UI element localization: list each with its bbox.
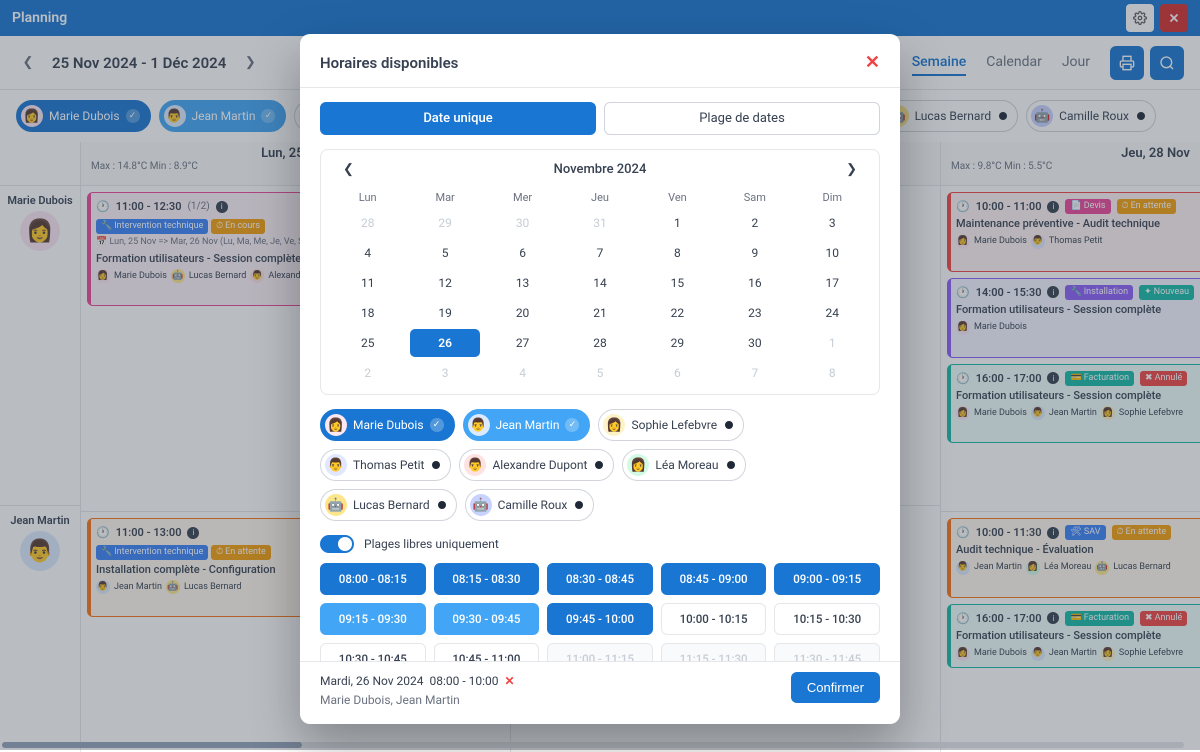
segment-date-single[interactable]: Date unique	[320, 102, 596, 135]
cal-day[interactable]: 28	[333, 209, 402, 237]
modal-chip[interactable]: 👨Alexandre Dupont	[459, 449, 614, 481]
cal-day[interactable]: 31	[565, 209, 634, 237]
time-slot[interactable]: 08:45 - 09:00	[661, 563, 767, 595]
cal-dow: Sam	[716, 187, 793, 208]
cal-day[interactable]: 14	[565, 269, 634, 297]
cal-day[interactable]: 24	[798, 299, 867, 327]
modal-chip[interactable]: 🤖Lucas Bernard	[320, 489, 457, 521]
cal-day[interactable]: 1	[643, 209, 712, 237]
cal-day[interactable]: 9	[720, 239, 789, 267]
cal-day[interactable]: 28	[565, 329, 634, 357]
cal-day[interactable]: 27	[488, 329, 557, 357]
cal-day[interactable]: 15	[643, 269, 712, 297]
time-slot[interactable]: 08:30 - 08:45	[547, 563, 653, 595]
cal-day[interactable]: 3	[798, 209, 867, 237]
cal-day[interactable]: 5	[410, 239, 479, 267]
time-slot[interactable]: 09:15 - 09:30	[320, 603, 426, 635]
cal-day[interactable]: 12	[410, 269, 479, 297]
availability-modal: Horaires disponibles ✕ Date unique Plage…	[300, 34, 900, 724]
cal-day[interactable]: 4	[333, 239, 402, 267]
modal-title: Horaires disponibles	[320, 54, 458, 72]
time-slot[interactable]: 10:00 - 10:15	[661, 603, 767, 635]
cal-day[interactable]: 21	[565, 299, 634, 327]
cal-day[interactable]: 22	[643, 299, 712, 327]
cal-day[interactable]: 2	[333, 359, 402, 387]
cal-dow: Mar	[406, 187, 483, 208]
cal-day[interactable]: 29	[410, 209, 479, 237]
free-only-toggle[interactable]	[320, 535, 354, 553]
cal-dow: Lun	[329, 187, 406, 208]
cal-dow: Jeu	[561, 187, 638, 208]
cal-day[interactable]: 13	[488, 269, 557, 297]
time-slot[interactable]: 10:30 - 10:45	[320, 643, 426, 661]
modal-chip[interactable]: 👩Léa Moreau	[622, 449, 745, 481]
time-slot[interactable]: 08:00 - 08:15	[320, 563, 426, 595]
confirm-button[interactable]: Confirmer	[791, 672, 880, 703]
cal-day[interactable]: 6	[488, 239, 557, 267]
cal-day[interactable]: 11	[333, 269, 402, 297]
time-slot[interactable]: 09:30 - 09:45	[434, 603, 540, 635]
cal-day[interactable]: 8	[798, 359, 867, 387]
cal-day[interactable]: 18	[333, 299, 402, 327]
time-slot: 11:15 - 11:30	[661, 643, 767, 661]
time-slot[interactable]: 10:15 - 10:30	[774, 603, 880, 635]
cal-day[interactable]: 1	[798, 329, 867, 357]
time-slot[interactable]: 08:15 - 08:30	[434, 563, 540, 595]
cal-day[interactable]: 7	[720, 359, 789, 387]
modal-chip[interactable]: 👨Jean Martin✓	[463, 409, 591, 441]
modal-chip[interactable]: 👩Marie Dubois✓	[320, 409, 455, 441]
cal-day[interactable]: 23	[720, 299, 789, 327]
time-slot[interactable]: 09:00 - 09:15	[774, 563, 880, 595]
cal-day[interactable]: 16	[720, 269, 789, 297]
cal-day[interactable]: 6	[643, 359, 712, 387]
cal-day[interactable]: 5	[565, 359, 634, 387]
cal-day[interactable]: 17	[798, 269, 867, 297]
modal-resource-chips: 👩Marie Dubois✓ 👨Jean Martin✓ 👩Sophie Lef…	[320, 409, 880, 521]
modal-chip[interactable]: 🤖Camille Roux	[465, 489, 595, 521]
segment-date-range[interactable]: Plage de dates	[604, 102, 880, 135]
cal-next-button[interactable]: ❯	[840, 160, 863, 179]
cal-day[interactable]: 20	[488, 299, 557, 327]
cal-dow: Ven	[639, 187, 716, 208]
time-slot[interactable]: 10:45 - 11:00	[434, 643, 540, 661]
remove-selection-button[interactable]: ✕	[505, 674, 515, 688]
cal-day[interactable]: 30	[488, 209, 557, 237]
cal-day[interactable]: 3	[410, 359, 479, 387]
cal-day[interactable]: 30	[720, 329, 789, 357]
cal-day[interactable]: 8	[643, 239, 712, 267]
cal-month-label: Novembre 2024	[554, 162, 647, 177]
cal-dow: Mer	[484, 187, 561, 208]
cal-day[interactable]: 29	[643, 329, 712, 357]
cal-day[interactable]: 26	[410, 329, 479, 357]
modal-chip[interactable]: 👩Sophie Lefebvre	[598, 409, 744, 441]
cal-day[interactable]: 7	[565, 239, 634, 267]
cal-dow: Dim	[794, 187, 871, 208]
cal-day[interactable]: 4	[488, 359, 557, 387]
time-slot: 11:30 - 11:45	[774, 643, 880, 661]
time-slot: 11:00 - 11:15	[547, 643, 653, 661]
time-slot[interactable]: 09:45 - 10:00	[547, 603, 653, 635]
cal-day[interactable]: 2	[720, 209, 789, 237]
cal-day[interactable]: 10	[798, 239, 867, 267]
cal-prev-button[interactable]: ❮	[337, 160, 360, 179]
modal-close-button[interactable]: ✕	[865, 52, 880, 73]
cal-day[interactable]: 19	[410, 299, 479, 327]
toggle-label: Plages libres uniquement	[364, 537, 499, 551]
time-slots-grid: 08:00 - 08:1508:15 - 08:3008:30 - 08:450…	[320, 563, 880, 661]
modal-chip[interactable]: 👨Thomas Petit	[320, 449, 451, 481]
calendar: ❮ Novembre 2024 ❯ LunMarMerJeuVenSamDim …	[320, 149, 880, 395]
selection-summary: Mardi, 26 Nov 2024 08:00 - 10:00✕ Marie …	[320, 672, 515, 710]
cal-day[interactable]: 25	[333, 329, 402, 357]
